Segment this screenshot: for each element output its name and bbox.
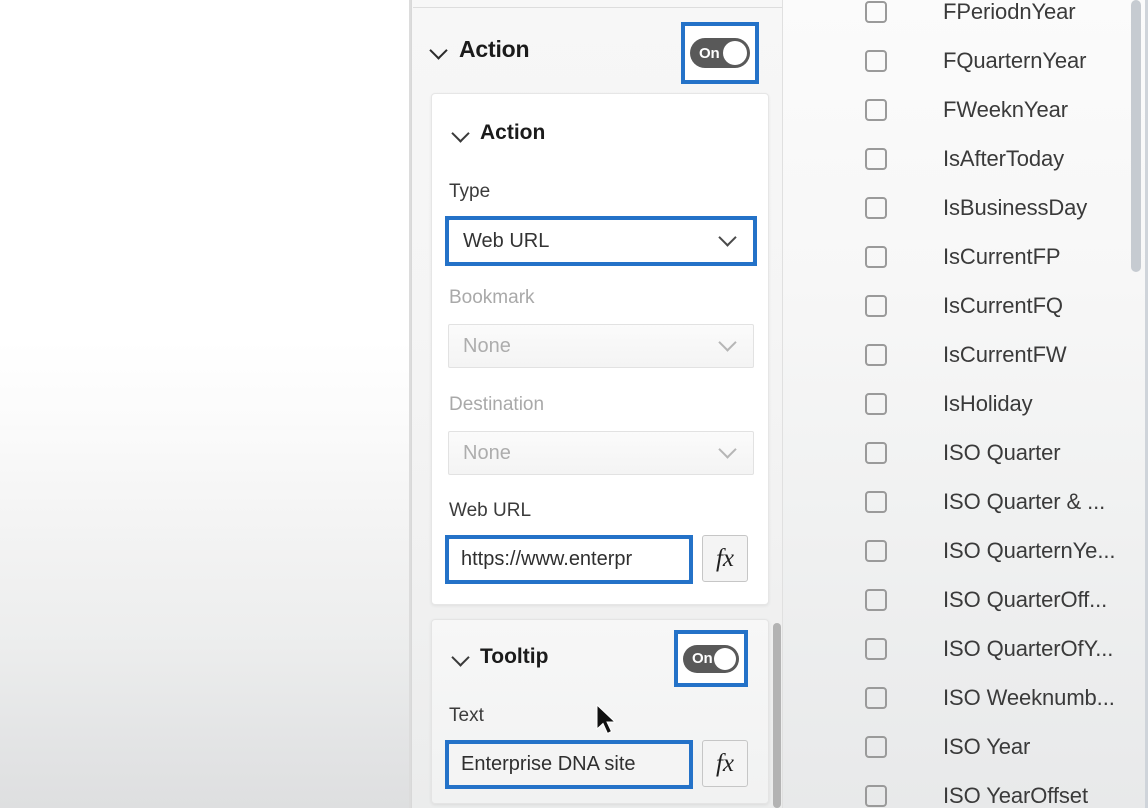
- field-list-item[interactable]: IsCurrentFP: [783, 232, 1133, 281]
- tooltip-toggle-track[interactable]: On: [683, 644, 739, 673]
- checkbox-icon[interactable]: [865, 686, 887, 709]
- fields-list-pane: FPeriodnYear FQuarternYear FWeeknYear IsAft…: [782, 0, 1148, 808]
- type-dropdown[interactable]: Web URL: [448, 219, 754, 263]
- checkbox-icon[interactable]: [865, 735, 887, 758]
- report-canvas: [0, 0, 411, 808]
- checkbox-icon[interactable]: [865, 98, 887, 121]
- weburl-input-value: https://www.enterpr: [461, 548, 633, 570]
- checkbox-icon[interactable]: [865, 392, 887, 415]
- checkbox-icon[interactable]: [865, 490, 887, 513]
- field-item-label: ISO QuarterOfY...: [943, 635, 1114, 661]
- tooltip-fx-button[interactable]: fx: [702, 740, 748, 787]
- type-dropdown-value: Web URL: [463, 229, 550, 252]
- field-item-label: FQuarternYear: [943, 47, 1087, 73]
- field-list-item[interactable]: ISO Quarter: [783, 428, 1133, 477]
- field-item-label: ISO QuarternYe...: [943, 537, 1116, 563]
- field-list-item[interactable]: IsAfterToday: [783, 134, 1133, 183]
- field-item-label: ISO YearOffset: [943, 782, 1088, 808]
- checkbox-icon[interactable]: [865, 637, 887, 660]
- field-item-label: IsCurrentFW: [943, 341, 1067, 367]
- field-list-item[interactable]: ISO QuarterOfY...: [783, 624, 1133, 673]
- chevron-down-icon[interactable]: [450, 646, 472, 668]
- checkbox-icon[interactable]: [865, 294, 887, 317]
- field-list-item[interactable]: ISO YearOffset: [783, 771, 1133, 808]
- field-item-label: ISO QuarterOff...: [943, 586, 1108, 612]
- checkbox-icon[interactable]: [865, 343, 887, 366]
- chevron-down-icon: [721, 443, 737, 459]
- action-toggle-switch[interactable]: On: [681, 22, 759, 84]
- tooltip-text-input[interactable]: Enterprise DNA site: [448, 743, 690, 786]
- checkbox-icon[interactable]: [865, 49, 887, 72]
- field-list-item[interactable]: ISO QuarternYe...: [783, 526, 1133, 575]
- chevron-down-icon[interactable]: [450, 122, 472, 144]
- destination-dropdown-value: None: [463, 441, 511, 464]
- field-list-item[interactable]: FQuarternYear: [783, 36, 1133, 85]
- destination-dropdown: None: [448, 431, 754, 475]
- action-section-header[interactable]: Action: [428, 36, 530, 63]
- bookmark-dropdown-value: None: [463, 334, 511, 357]
- field-list-item[interactable]: IsCurrentFW: [783, 330, 1133, 379]
- weburl-input[interactable]: https://www.enterpr: [448, 538, 690, 581]
- weburl-label: Web URL: [449, 500, 532, 521]
- field-list-item[interactable]: FWeeknYear: [783, 85, 1133, 134]
- action-toggle-label: On: [699, 44, 720, 62]
- checkbox-icon[interactable]: [865, 588, 887, 611]
- destination-label: Destination: [449, 394, 545, 415]
- format-pane-scrollbar[interactable]: [773, 623, 781, 808]
- field-item-label: FWeeknYear: [943, 96, 1068, 122]
- fx-icon: fx: [715, 749, 735, 777]
- field-item-label: IsCurrentFQ: [943, 292, 1063, 318]
- chevron-down-icon: [721, 336, 737, 352]
- checkbox-icon[interactable]: [865, 196, 887, 219]
- field-item-label: IsHoliday: [943, 390, 1033, 416]
- action-toggle-knob: [723, 41, 747, 65]
- weburl-fx-button[interactable]: fx: [702, 535, 748, 582]
- field-list-item[interactable]: ISO QuarterOff...: [783, 575, 1133, 624]
- fields-scrollbar-track[interactable]: [1131, 0, 1145, 808]
- tooltip-card-header[interactable]: Tooltip: [450, 645, 548, 669]
- tooltip-toggle-knob: [714, 647, 736, 670]
- checkbox-icon[interactable]: [865, 784, 887, 807]
- checkbox-icon[interactable]: [865, 0, 887, 23]
- tooltip-card-title: Tooltip: [480, 645, 549, 668]
- checkbox-icon[interactable]: [865, 245, 887, 268]
- format-properties-pane: Action On Action Type Web URL Bookmark N…: [411, 0, 782, 808]
- field-item-label: IsCurrentFP: [943, 243, 1061, 269]
- field-list-item[interactable]: ISO Weeknumb...: [783, 673, 1133, 722]
- field-item-label: ISO Weeknumb...: [943, 684, 1115, 710]
- field-list-item[interactable]: IsHoliday: [783, 379, 1133, 428]
- field-list-item[interactable]: ISO Quarter & ...: [783, 477, 1133, 526]
- field-list-item[interactable]: ISO Year: [783, 722, 1133, 771]
- type-label: Type: [449, 181, 491, 202]
- field-item-label: ISO Year: [943, 733, 1031, 759]
- field-list-item[interactable]: FPeriodnYear: [783, 0, 1133, 36]
- chevron-down-icon[interactable]: [428, 39, 450, 61]
- action-card-title: Action: [480, 121, 546, 144]
- field-item-label: ISO Quarter & ...: [943, 488, 1106, 514]
- screenshot-root: Action On Action Type Web URL Bookmark N…: [0, 0, 1148, 808]
- tooltip-toggle-switch[interactable]: On: [674, 630, 748, 687]
- pane-top-divider: [413, 7, 782, 8]
- chevron-down-icon[interactable]: [721, 231, 737, 247]
- fields-scrollbar-thumb[interactable]: [1131, 0, 1141, 272]
- tooltip-toggle-label: On: [692, 650, 713, 667]
- field-list-item[interactable]: IsBusinessDay: [783, 183, 1133, 232]
- field-item-label: FPeriodnYear: [943, 0, 1076, 24]
- fx-icon: fx: [715, 544, 735, 572]
- field-list-item[interactable]: IsCurrentFQ: [783, 281, 1133, 330]
- checkbox-icon[interactable]: [865, 441, 887, 464]
- bookmark-dropdown: None: [448, 324, 754, 368]
- tooltip-text-input-value: Enterprise DNA site: [461, 753, 636, 775]
- field-item-label: ISO Quarter: [943, 439, 1061, 465]
- checkbox-icon[interactable]: [865, 539, 887, 562]
- checkbox-icon[interactable]: [865, 147, 887, 170]
- bookmark-label: Bookmark: [449, 287, 535, 308]
- tooltip-text-label: Text: [449, 705, 484, 726]
- field-item-label: IsAfterToday: [943, 145, 1065, 171]
- action-section-title: Action: [459, 36, 530, 62]
- action-toggle-track[interactable]: On: [690, 38, 750, 68]
- field-item-label: IsBusinessDay: [943, 194, 1088, 220]
- action-card-header[interactable]: Action: [450, 121, 545, 145]
